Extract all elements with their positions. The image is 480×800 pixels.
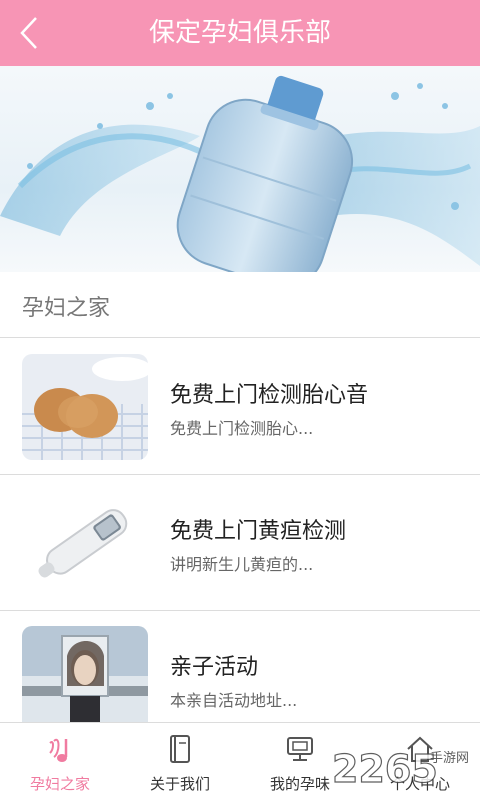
tab-label: 关于我们 (149, 775, 210, 793)
thermometer-thumbnail (22, 490, 148, 596)
item-desc: 讲明新生儿黄疸的... (170, 555, 314, 574)
section-title: 孕妇之家 (22, 296, 111, 321)
book-icon (170, 735, 190, 763)
water-bottle-illustration (0, 75, 480, 272)
svg-text:手游网: 手游网 (430, 751, 469, 766)
item-desc: 本亲自活动地址... (170, 691, 298, 710)
item-title: 免费上门检测胎心音 (170, 383, 369, 408)
section-header: 孕妇之家 (0, 272, 480, 338)
item-title: 免费上门黄疸检测 (170, 519, 347, 544)
music-note-icon (49, 738, 68, 762)
item-desc: 免费上门检测胎心... (170, 419, 314, 438)
page-title: 保定孕妇俱乐部 (148, 18, 331, 48)
svg-text:2265: 2265 (332, 747, 438, 791)
tab-label: 孕妇之家 (29, 775, 90, 793)
tab-pregnant-home[interactable]: 孕妇之家 (0, 723, 120, 800)
woman-photo-thumbnail (22, 626, 148, 732)
monitor-icon (287, 737, 313, 761)
tab-about-us[interactable]: 关于我们 (120, 723, 240, 800)
app-header: 保定孕妇俱乐部 (0, 0, 480, 66)
list-item[interactable]: 免费上门检测胎心音 免费上门检测胎心... (0, 339, 480, 475)
banner-image[interactable] (0, 66, 480, 272)
watermark-logo: 2265 手游网 (328, 736, 478, 796)
list-item[interactable]: 免费上门黄疸检测 讲明新生儿黄疸的... (0, 475, 480, 611)
cookies-thumbnail (22, 354, 148, 460)
item-title: 亲子活动 (170, 655, 259, 680)
